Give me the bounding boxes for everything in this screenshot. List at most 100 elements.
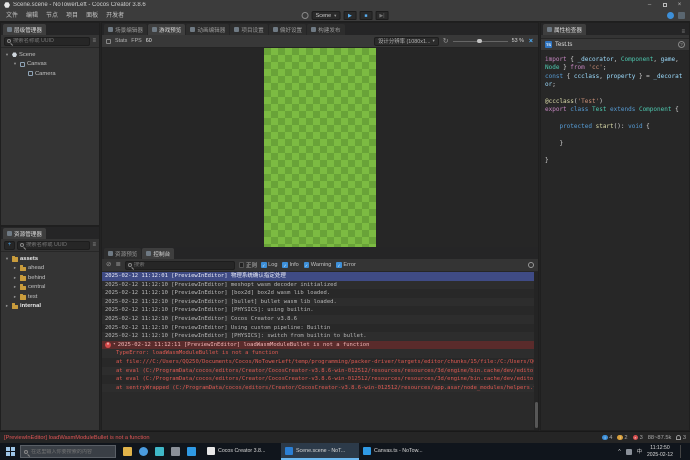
console-search[interactable] — [125, 261, 235, 270]
menu-item-文件[interactable]: 文件 — [2, 10, 22, 22]
tab-动画编辑器[interactable]: 动画编辑器 — [186, 24, 229, 35]
tab-项目设置[interactable]: 项目设置 — [230, 24, 267, 35]
console-log-row[interactable]: 2025-02-12 11:12:10 [PreviewInEditor] Us… — [102, 324, 538, 333]
menu-item-节点[interactable]: 节点 — [42, 10, 62, 22]
hierarchy-search-input[interactable] — [13, 38, 87, 44]
tab-偏好设置[interactable]: 偏好设置 — [269, 24, 306, 35]
taskbar-search-input[interactable] — [31, 449, 111, 455]
expand-arrow-icon[interactable]: ▸ — [12, 284, 18, 290]
taskbar-app-icon[interactable] — [171, 447, 180, 456]
tab-inspector[interactable]: 属性检查器 — [543, 24, 586, 35]
scrollbar-thumb[interactable] — [535, 402, 538, 428]
tree-item-central[interactable]: ▸central — [1, 283, 99, 293]
expand-arrow-icon[interactable]: ▸ — [12, 294, 18, 300]
tree-item-internal[interactable]: ▸internal — [1, 302, 99, 312]
expand-arrow-icon[interactable]: ▾ — [12, 61, 18, 67]
filter-toggle-regex[interactable]: 正则 — [239, 261, 257, 269]
notification-badge[interactable]: 3 — [676, 435, 686, 441]
resolution-dropdown[interactable]: 设计分辨率 (1080x1... ▾ — [374, 37, 439, 46]
console-log-row[interactable]: at eval (C:/ProgramData/cocos/editors/Cr… — [102, 375, 538, 384]
tree-item-behind[interactable]: ▸behind — [1, 273, 99, 283]
tree-item-test[interactable]: ▸test — [1, 292, 99, 302]
expand-arrow-icon[interactable]: ▾ — [4, 256, 10, 262]
tray-expand-icon[interactable]: ^ — [618, 449, 620, 455]
tree-item-Canvas[interactable]: ▾Canvas — [1, 60, 99, 70]
assets-search[interactable] — [17, 241, 90, 250]
console-log-row[interactable]: 2025-02-12 11:12:10 [PreviewInEditor] [P… — [102, 332, 538, 341]
close-button[interactable]: × — [673, 1, 686, 10]
warning-count-badge[interactable]: !2 — [617, 435, 627, 441]
tree-item-assets[interactable]: ▾assets — [1, 254, 99, 264]
tray-icon[interactable] — [626, 449, 632, 455]
preview-target-dropdown[interactable]: Scene ▾ — [312, 11, 341, 20]
menu-item-编辑[interactable]: 编辑 — [22, 10, 42, 22]
tab-hierarchy[interactable]: 层级管理器 — [3, 24, 46, 35]
menu-item-项目[interactable]: 项目 — [62, 10, 82, 22]
taskbar-clock[interactable]: 11:12:50 2025-02-12 — [647, 445, 673, 457]
tab-控制台[interactable]: 控制台 — [142, 248, 174, 259]
expand-arrow-icon[interactable]: ▸ — [12, 275, 18, 281]
game-preview-viewport[interactable] — [102, 48, 538, 247]
start-button[interactable] — [0, 443, 20, 460]
assets-menu-icon[interactable]: ≡ — [92, 242, 96, 248]
console-search-input[interactable] — [134, 262, 232, 268]
tab-场景编辑器[interactable]: 场景编辑器 — [104, 24, 147, 35]
file-explorer-icon[interactable] — [123, 447, 132, 456]
tab-构建发布[interactable]: 构建发布 — [307, 24, 344, 35]
zoom-slider[interactable] — [453, 37, 508, 46]
taskbar-search[interactable] — [20, 445, 116, 458]
taskbar-window[interactable]: Scene.scene - NoT... — [281, 443, 359, 460]
tree-item-Camera[interactable]: Camera — [1, 69, 99, 79]
filter-toggle-log[interactable]: ✓Log — [261, 262, 277, 268]
stop-button[interactable]: ■ — [359, 11, 372, 20]
minimize-button[interactable]: – — [643, 1, 656, 10]
status-error-message[interactable]: [PreviewInEditor] loadWasmModuleBullet i… — [4, 435, 150, 441]
hierarchy-search[interactable] — [4, 37, 90, 46]
expand-arrow-icon[interactable]: ▾ — [4, 52, 10, 58]
assets-search-input[interactable] — [26, 242, 87, 248]
stats-toggle[interactable] — [106, 39, 111, 44]
step-button[interactable]: ▶| — [375, 11, 388, 20]
taskbar-window[interactable]: Canvas.ts - NoTow... — [359, 443, 437, 460]
console-log-row[interactable]: 2025-02-12 11:12:10 [PreviewInEditor] me… — [102, 281, 538, 290]
console-log-row[interactable]: at eval (C:/ProgramData/cocos/editors/Cr… — [102, 367, 538, 376]
gear-icon[interactable] — [528, 262, 534, 268]
game-canvas[interactable] — [264, 48, 376, 247]
info-count-badge[interactable]: i4 — [602, 435, 612, 441]
collapse-logs-icon[interactable]: ≣ — [115, 262, 120, 269]
console-log-row[interactable]: ×▾2025-02-12 11:12:11 [PreviewInEditor] … — [102, 341, 538, 350]
expand-arrow-icon[interactable]: ▸ — [4, 303, 10, 309]
create-asset-button[interactable]: + — [4, 241, 15, 250]
collapse-arrow-icon[interactable]: ▾ — [113, 341, 116, 350]
console-log-row[interactable]: 2025-02-12 11:12:01 [PreviewInEditor] 物理… — [102, 272, 538, 281]
console-log-row[interactable]: 2025-02-12 11:12:10 [PreviewInEditor] [P… — [102, 306, 538, 315]
tab-资源预览[interactable]: 资源预览 — [104, 248, 141, 259]
console-log-row[interactable]: TypeError: loadWasmModuleBullet is not a… — [102, 349, 538, 358]
sync-icon[interactable] — [667, 12, 674, 19]
list-filter-icon[interactable]: ≡ — [92, 38, 96, 44]
browser-icon[interactable] — [139, 447, 148, 456]
slider-thumb[interactable] — [477, 39, 482, 44]
console-log-row[interactable]: 2025-02-12 11:12:10 [PreviewInEditor] Co… — [102, 315, 538, 324]
vscode-icon[interactable] — [187, 447, 196, 456]
console-log-row[interactable]: 2025-02-12 11:12:10 [PreviewInEditor] [b… — [102, 289, 538, 298]
menu-item-面板[interactable]: 面板 — [82, 10, 102, 22]
tab-assets[interactable]: 资源管理器 — [3, 228, 46, 239]
filter-toggle-error[interactable]: ✓Error — [336, 262, 355, 268]
console-scrollbar[interactable] — [534, 272, 538, 430]
console-log-row[interactable]: 2025-02-12 11:12:10 [PreviewInEditor] [b… — [102, 298, 538, 307]
clear-console-icon[interactable]: ⊘ — [106, 262, 111, 269]
filter-toggle-info[interactable]: ✓Info — [282, 262, 298, 268]
rotate-icon[interactable]: ↻ — [443, 38, 449, 45]
help-icon[interactable]: ? — [678, 41, 685, 48]
tree-item-Scene[interactable]: ▾Scene — [1, 50, 99, 60]
console-log-row[interactable]: at sentryWrapped (C:/ProgramData/cocos/e… — [102, 384, 538, 393]
close-preview-icon[interactable]: × — [528, 38, 534, 45]
taskbar-window[interactable]: Cocos Creator 3.8... — [203, 443, 281, 460]
tree-item-ahead[interactable]: ▸ahead — [1, 264, 99, 274]
maximize-button[interactable] — [658, 1, 671, 10]
layout-icon[interactable] — [678, 12, 685, 19]
taskbar-app-icon[interactable] — [155, 447, 164, 456]
menu-item-开发者[interactable]: 开发者 — [102, 10, 128, 22]
console-log-row[interactable]: at file:///C:/Users/QQ250/Documents/Coco… — [102, 358, 538, 367]
